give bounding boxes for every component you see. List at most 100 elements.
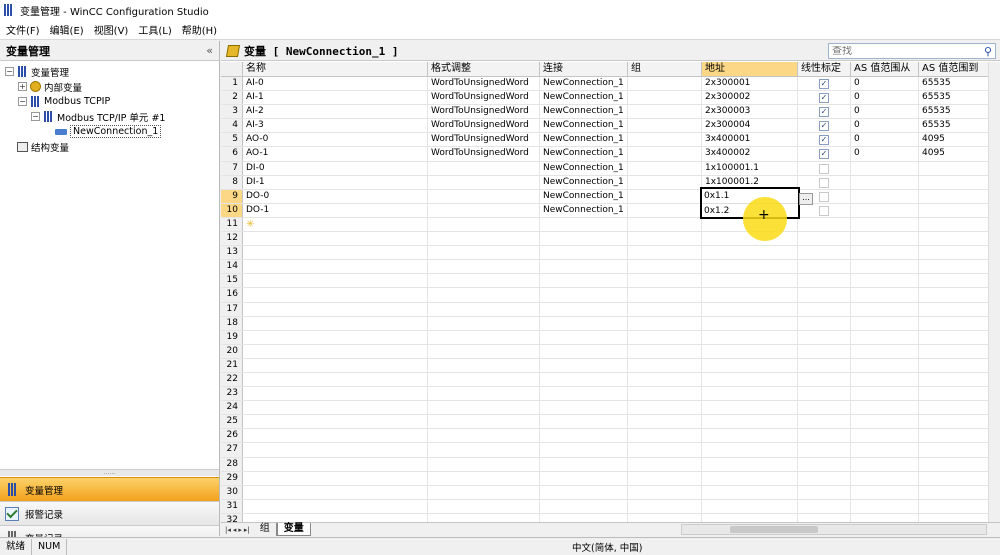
tree-node[interactable]: 结构变量 [0,139,219,154]
cell-fmt[interactable] [428,189,540,203]
row-number[interactable]: 29 [221,471,243,485]
linear-scaling-checkbox[interactable]: ✓ [819,79,829,89]
cell-fmt[interactable] [428,344,540,358]
table-row[interactable]: 28 [221,457,1000,472]
sheet-nav-icon-1[interactable]: ◂ [233,526,237,534]
cell-grp[interactable] [628,105,702,119]
cell-lin[interactable] [798,232,851,246]
cell-lin[interactable] [798,471,851,485]
cell-conn[interactable] [540,302,628,316]
cell-fmt[interactable] [428,161,540,175]
cell-name[interactable]: AI-1 [243,91,428,105]
cell-addr[interactable]: 2x300002 [702,91,798,105]
cell-conn[interactable] [540,443,628,457]
sheet-tab-1[interactable]: 变量 [276,523,311,536]
cell-asf[interactable]: 0 [851,91,919,105]
cell-grp[interactable] [628,485,702,499]
cell-grp[interactable] [628,358,702,372]
table-row[interactable]: 1 AI-0 WordToUnsignedWord NewConnection_1 2x… [221,77,1000,92]
row-number[interactable]: 1 [221,77,243,91]
table-row[interactable]: 25 [221,415,1000,430]
grid-corner[interactable] [221,62,243,76]
row-number[interactable]: 23 [221,387,243,401]
cell-asf[interactable] [851,302,919,316]
tree-expander-icon[interactable]: − [5,67,14,76]
column-header[interactable]: 格式调整 [428,62,540,76]
row-number[interactable]: 8 [221,175,243,189]
table-row[interactable]: 29 [221,471,1000,486]
cell-addr[interactable]: 2x300001 [702,77,798,91]
cell-asf[interactable] [851,260,919,274]
row-number[interactable]: 2 [221,91,243,105]
cell-name[interactable] [243,274,428,288]
cell-conn[interactable] [540,358,628,372]
row-number[interactable]: 5 [221,133,243,147]
table-row[interactable]: 10 DO-1 NewConnection_1 [221,203,1000,218]
cell-asf[interactable]: 0 [851,133,919,147]
row-number[interactable]: 28 [221,457,243,471]
linear-scaling-checkbox[interactable] [819,191,829,202]
cell-grp[interactable] [628,274,702,288]
cell-lin[interactable]: ✓ [798,91,851,105]
cell-conn[interactable]: NewConnection_1 [540,133,628,147]
cell-asf[interactable] [851,246,919,260]
cell-conn[interactable] [540,457,628,471]
address-ellipsis-button[interactable]: ... [799,193,813,205]
cell-grp[interactable] [628,147,702,161]
cell-lin[interactable] [798,358,851,372]
cell-asf[interactable] [851,175,919,189]
cell-fmt[interactable] [428,443,540,457]
cell-conn[interactable] [540,471,628,485]
cell-name[interactable] [243,246,428,260]
linear-scaling-checkbox[interactable]: ✓ [819,149,829,160]
cell-grp[interactable] [628,330,702,344]
linear-scaling-checkbox[interactable] [819,163,829,174]
cell-addr[interactable]: 1x100001.1 [702,161,798,175]
cell-fmt[interactable] [428,302,540,316]
cell-name[interactable] [243,358,428,372]
cell-conn[interactable] [540,217,628,232]
cell-name[interactable]: AI-3 [243,119,428,133]
cell-addr[interactable] [702,288,798,302]
table-row[interactable]: 21 [221,358,1000,373]
cell-name[interactable]: DO-1 [243,203,428,217]
panel-splitter[interactable]: ...... [0,469,219,476]
cell-fmt[interactable] [428,316,540,330]
cell-grp[interactable] [628,189,702,203]
cell-name[interactable] [243,344,428,358]
cell-lin[interactable]: ✓ [798,105,851,119]
cell-name[interactable]: ✳ [243,217,428,232]
cell-addr[interactable] [702,358,798,372]
cell-addr[interactable] [702,344,798,358]
table-row[interactable]: 9 DO-0 NewConnection_1 [221,189,1000,204]
cell-name[interactable] [243,316,428,330]
cell-name[interactable] [243,429,428,443]
cell-asf[interactable]: 0 [851,119,919,133]
cell-asf[interactable] [851,485,919,499]
cell-addr[interactable] [702,387,798,401]
cell-asf[interactable] [851,344,919,358]
cell-name[interactable]: AO-1 [243,147,428,161]
table-row[interactable]: 24 [221,401,1000,416]
cell-lin[interactable] [798,443,851,457]
table-row[interactable]: 18 [221,316,1000,331]
cell-name[interactable] [243,330,428,344]
cell-conn[interactable] [540,485,628,499]
cell-asf[interactable] [851,358,919,372]
cell-grp[interactable] [628,217,702,232]
cell-fmt[interactable] [428,485,540,499]
cell-lin[interactable] [798,217,851,232]
cell-lin[interactable] [798,161,851,175]
cell-asf[interactable] [851,217,919,232]
cell-lin[interactable]: ✓ [798,119,851,133]
column-header[interactable]: 组 [628,62,702,76]
menu-item-2[interactable]: 视图(V) [91,22,136,37]
cell-addr[interactable]: 2x300004 [702,119,798,133]
cell-name[interactable]: AI-2 [243,105,428,119]
cell-conn[interactable] [540,246,628,260]
cell-lin[interactable] [798,429,851,443]
cell-conn[interactable]: NewConnection_1 [540,175,628,189]
cell-conn[interactable]: NewConnection_1 [540,203,628,217]
nav-button-1[interactable]: 报警记录 [0,501,219,525]
cell-fmt[interactable] [428,358,540,372]
